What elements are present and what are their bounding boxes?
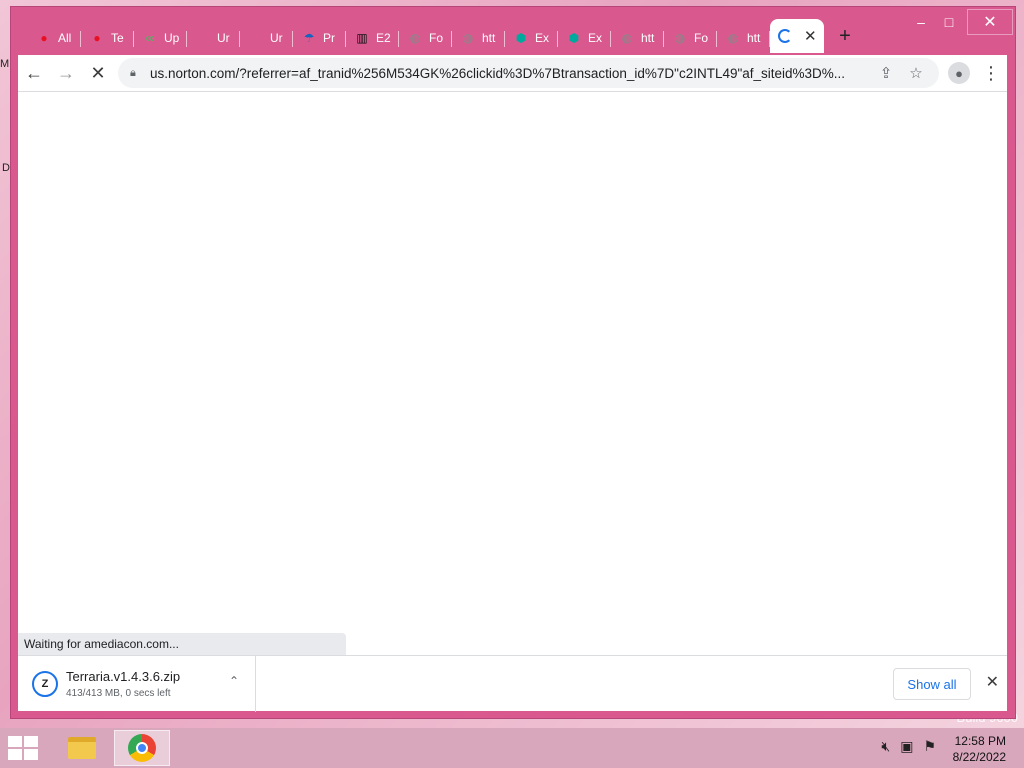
page-content: Waiting for amediacon.com... [18, 91, 1007, 655]
globe-icon: ◍ [462, 31, 474, 45]
tab[interactable]: ◍ Fo [664, 23, 717, 53]
tab-title: htt [482, 31, 496, 45]
network-icon[interactable]: ▣ [900, 738, 913, 755]
tab-title: htt [641, 31, 655, 45]
url-text[interactable]: us.norton.com/?referrer=af_tranid%256M53… [150, 66, 871, 81]
tab-title: Pr [323, 31, 335, 45]
desktop-edge-label: D [2, 162, 10, 174]
tab[interactable]: ⬢ Ex [558, 23, 611, 53]
tab-title: E2 [376, 31, 391, 45]
chrome-taskbar-button[interactable] [114, 730, 170, 766]
tab[interactable]: ◍ htt [717, 23, 770, 53]
browser-toolbar: ← → ✕ 🔒︎ us.norton.com/?referrer=af_tran… [18, 55, 1007, 91]
close-window-button[interactable]: ✕ [967, 9, 1013, 35]
show-all-button[interactable]: Show all [893, 668, 971, 700]
desktop-edge-label: M [0, 58, 10, 70]
tab-title: Fo [429, 31, 444, 45]
tab[interactable]: ◍ htt [452, 23, 505, 53]
download-shelf: Z Terraria.v1.4.3.6.zip 413/413 MB, 0 se… [18, 655, 1007, 712]
tab-title: All [58, 31, 72, 45]
minimize-button[interactable]: – [907, 9, 935, 35]
download-filename: Terraria.v1.4.3.6.zip [66, 669, 181, 684]
blue-umbrella-icon: ☂ [303, 31, 315, 45]
bookmark-star-icon[interactable]: ☆ [901, 64, 931, 82]
tab-active[interactable]: ✕ [770, 19, 824, 53]
tab[interactable]: ∞ Up [134, 23, 187, 53]
maximize-button[interactable]: □ [935, 9, 963, 35]
clock-date: 8/22/2022 [952, 750, 1006, 764]
globe-icon: ◍ [727, 31, 739, 45]
tab[interactable]: ⬢ Ex [505, 23, 558, 53]
red-mascot-icon: ● [93, 31, 101, 45]
tab[interactable]: ● Te [81, 23, 134, 53]
taskbar-clock[interactable]: 12:58 PM 8/22/2022 [953, 733, 1006, 765]
close-shelf-button[interactable]: ✕ [986, 672, 999, 692]
globe-icon: ◍ [621, 31, 633, 45]
red-mascot-icon: ● [40, 31, 48, 45]
teal-shield-icon: ⬢ [515, 31, 527, 45]
zip-file-icon: Z [32, 671, 58, 697]
download-status: 413/413 MB, 0 secs left [66, 688, 171, 699]
tab-close-button[interactable]: ✕ [804, 27, 817, 45]
menu-button[interactable]: ⋮ [975, 57, 1007, 89]
tab-title: Fo [694, 31, 709, 45]
tab[interactable]: ● All [28, 23, 81, 53]
tab-title: Ur [270, 31, 283, 45]
tab-strip: ● All ● Te ∞ Up Ur Ur ☂ Pr ▥ E2 ◍ Fo ◍ h… [28, 19, 862, 55]
back-button[interactable]: ← [18, 57, 50, 89]
loading-spinner-icon [778, 29, 792, 43]
download-item[interactable]: Z Terraria.v1.4.3.6.zip 413/413 MB, 0 se… [18, 656, 256, 712]
tab-title: Up [164, 31, 180, 45]
system-tray: 🔇︎ ▣ ⚑ [881, 738, 936, 755]
stop-loading-button[interactable]: ✕ [82, 57, 114, 89]
globe-icon: ◍ [674, 31, 686, 45]
tab[interactable]: ☂ Pr [293, 23, 346, 53]
tab-title: Te [111, 31, 124, 45]
bank-icon: ▥ [356, 31, 368, 45]
tab[interactable]: ◍ Fo [399, 23, 452, 53]
start-button[interactable] [8, 736, 38, 760]
browser-window: – □ ✕ ● All ● Te ∞ Up Ur Ur ☂ Pr ▥ E2 ◍ … [10, 6, 1016, 719]
title-bar: – □ ✕ ● All ● Te ∞ Up Ur Ur ☂ Pr ▥ E2 ◍ … [11, 7, 1015, 55]
globe-icon: ◍ [409, 31, 421, 45]
forward-button[interactable]: → [50, 57, 82, 89]
tab-title: htt [747, 31, 761, 45]
tab-title: Ex [535, 31, 550, 45]
chevron-up-icon[interactable]: ⌃ [229, 674, 239, 688]
action-center-flag-icon[interactable]: ⚑ [923, 738, 936, 755]
volume-muted-icon[interactable]: 🔇︎ [881, 738, 890, 755]
chrome-icon [128, 734, 156, 762]
share-icon[interactable]: ⇪ [871, 64, 901, 82]
tab[interactable]: ◍ htt [611, 23, 664, 53]
file-explorer-button[interactable] [54, 730, 110, 766]
clock-time: 12:58 PM [954, 734, 1006, 748]
tab[interactable]: Ur [187, 23, 240, 53]
profile-button[interactable]: ● [943, 57, 975, 89]
tab[interactable]: ▥ E2 [346, 23, 399, 53]
tab-title: Ex [588, 31, 603, 45]
status-bubble: Waiting for amediacon.com... [18, 633, 346, 655]
tab[interactable]: Ur [240, 23, 293, 53]
address-bar[interactable]: 🔒︎ us.norton.com/?referrer=af_tranid%256… [118, 58, 939, 88]
new-tab-button[interactable]: + [828, 21, 862, 51]
teal-shield-icon: ⬢ [568, 31, 580, 45]
lock-icon[interactable]: 🔒︎ [130, 67, 142, 80]
green-logo-icon: ∞ [145, 31, 155, 45]
profile-avatar-icon: ● [948, 62, 970, 84]
folder-icon [68, 737, 96, 759]
tab-title: Ur [217, 31, 230, 45]
taskbar: 🔇︎ ▣ ⚑ 12:58 PM 8/22/2022 [0, 728, 1024, 768]
